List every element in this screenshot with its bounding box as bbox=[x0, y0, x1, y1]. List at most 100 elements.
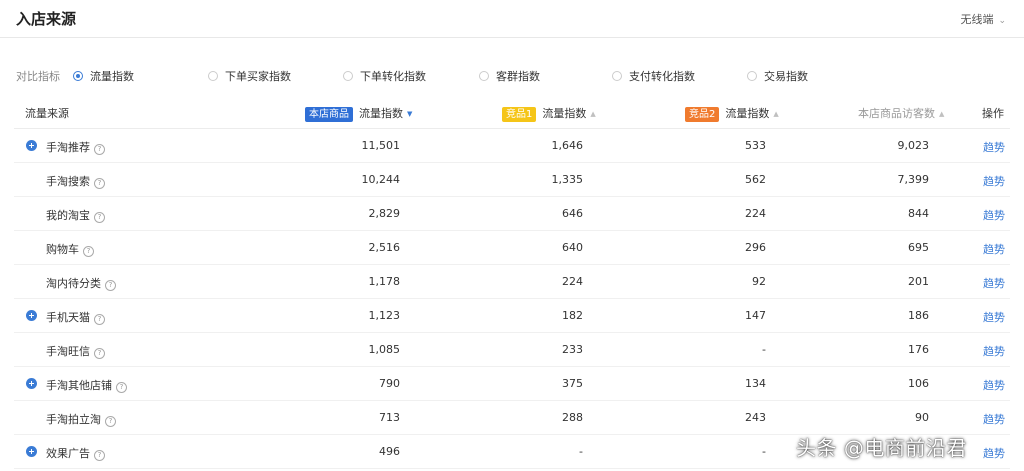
metric-option-transaction[interactable]: 交易指数 bbox=[747, 68, 808, 84]
own-traffic-cell: 1,123 bbox=[368, 309, 401, 322]
comp1-traffic-cell: 646 bbox=[562, 207, 583, 220]
comp1-traffic-cell: 288 bbox=[562, 411, 583, 424]
source-name-cell: 购物车? bbox=[46, 241, 94, 257]
radio-icon bbox=[343, 71, 353, 81]
visitors-cell: 176 bbox=[908, 343, 929, 356]
expand-plus-icon[interactable] bbox=[26, 310, 37, 321]
expand-plus-icon[interactable] bbox=[26, 140, 37, 151]
help-icon[interactable]: ? bbox=[94, 144, 105, 155]
trend-link[interactable]: 趋势 bbox=[983, 241, 1005, 257]
comp1-traffic-cell: 182 bbox=[562, 309, 583, 322]
help-icon[interactable]: ? bbox=[94, 178, 105, 189]
table-row: 手淘推荐? 11,501 1,646 533 9,023 趋势 bbox=[14, 129, 1010, 163]
trend-link[interactable]: 趋势 bbox=[983, 445, 1005, 461]
col-comp1-header[interactable]: 竞品1 流量指数 ▲︎ bbox=[502, 105, 596, 122]
trend-link[interactable]: 趋势 bbox=[983, 377, 1005, 393]
metric-option-traffic[interactable]: 流量指数 bbox=[73, 68, 134, 84]
help-icon[interactable]: ? bbox=[94, 450, 105, 461]
comp2-traffic-cell: 562 bbox=[745, 173, 766, 186]
help-icon[interactable]: ? bbox=[116, 382, 127, 393]
chevron-down-icon: ⌄ bbox=[998, 16, 1006, 26]
sort-icon[interactable]: ▲︎ bbox=[939, 110, 944, 118]
help-icon[interactable]: ? bbox=[94, 348, 105, 359]
help-icon[interactable]: ? bbox=[94, 212, 105, 223]
radio-icon bbox=[208, 71, 218, 81]
comp2-traffic-cell: 92 bbox=[752, 275, 766, 288]
comp2-traffic-cell: 147 bbox=[745, 309, 766, 322]
compare-metric-row: 对比指标 流量指数 下单买家指数 下单转化指数 客群指数 支付转化指数 交易指数 bbox=[0, 66, 1024, 84]
own-item-badge: 本店商品 bbox=[305, 107, 353, 122]
col-visitors-label: 本店商品访客数 bbox=[858, 107, 935, 120]
trend-link[interactable]: 趋势 bbox=[983, 309, 1005, 325]
trend-link[interactable]: 趋势 bbox=[983, 139, 1005, 155]
metric-option-order-buyers[interactable]: 下单买家指数 bbox=[208, 68, 291, 84]
source-name-cell: 手淘拍立淘? bbox=[46, 411, 116, 427]
device-select-label: 无线端 bbox=[960, 13, 994, 26]
col-comp1-metric-label: 流量指数 bbox=[542, 107, 587, 120]
visitors-cell: 186 bbox=[908, 309, 929, 322]
radio-icon bbox=[747, 71, 757, 81]
competitor1-badge: 竞品1 bbox=[502, 107, 537, 122]
source-name-cell: 手机天猫? bbox=[46, 309, 105, 325]
radio-checked-icon bbox=[73, 71, 83, 81]
source-name: 手淘搜索 bbox=[46, 175, 90, 188]
source-name: 淘内待分类 bbox=[46, 277, 101, 290]
sort-desc-icon[interactable]: ▼ bbox=[407, 110, 412, 118]
source-name: 购物车 bbox=[46, 243, 79, 256]
metric-option-label: 流量指数 bbox=[90, 70, 134, 83]
own-traffic-cell: 1,085 bbox=[368, 343, 401, 356]
visitors-cell: 695 bbox=[908, 241, 929, 254]
sort-icon[interactable]: ▲︎ bbox=[590, 110, 595, 118]
source-name-cell: 手淘推荐? bbox=[46, 139, 105, 155]
help-icon[interactable]: ? bbox=[105, 280, 116, 291]
source-name-cell: 淘内待分类? bbox=[46, 275, 116, 291]
metric-option-pay-conversion[interactable]: 支付转化指数 bbox=[612, 68, 695, 84]
table-row: 手淘拍立淘? 713 288 243 90 趋势 bbox=[14, 401, 1010, 435]
trend-link[interactable]: 趋势 bbox=[983, 207, 1005, 223]
page-header: 入店来源 无线端 ⌄ bbox=[0, 0, 1024, 38]
device-select[interactable]: 无线端 ⌄ bbox=[960, 11, 1006, 27]
table-row: 手淘搜索? 10,244 1,335 562 7,399 趋势 bbox=[14, 163, 1010, 197]
visitors-cell: 201 bbox=[908, 275, 929, 288]
help-icon[interactable]: ? bbox=[94, 314, 105, 325]
metric-option-order-conversion[interactable]: 下单转化指数 bbox=[343, 68, 426, 84]
trend-link[interactable]: 趋势 bbox=[983, 343, 1005, 359]
sort-icon[interactable]: ▲︎ bbox=[773, 110, 778, 118]
source-name: 手淘其他店铺 bbox=[46, 379, 112, 392]
source-name: 我的淘宝 bbox=[46, 209, 90, 222]
visitors-cell: 7,399 bbox=[897, 173, 930, 186]
comp2-traffic-cell: 134 bbox=[745, 377, 766, 390]
metric-option-label: 客群指数 bbox=[496, 70, 540, 83]
source-name-cell: 手淘其他店铺? bbox=[46, 377, 127, 393]
competitor2-badge: 竞品2 bbox=[685, 107, 720, 122]
source-name: 手淘拍立淘 bbox=[46, 413, 101, 426]
traffic-source-table: 流量来源 本店商品 流量指数 ▼ 竞品1 流量指数 ▲︎ 竞品2 流量指数 ▲︎ 本店商品访… bbox=[14, 95, 1010, 469]
metric-option-label: 下单转化指数 bbox=[360, 70, 426, 83]
comp1-traffic-cell: - bbox=[579, 445, 583, 458]
own-traffic-cell: 496 bbox=[379, 445, 400, 458]
source-name-cell: 手淘旺信? bbox=[46, 343, 105, 359]
metric-option-label: 支付转化指数 bbox=[629, 70, 695, 83]
source-name-cell: 我的淘宝? bbox=[46, 207, 105, 223]
table-row: 淘内待分类? 1,178 224 92 201 趋势 bbox=[14, 265, 1010, 299]
table-row: 我的淘宝? 2,829 646 224 844 趋势 bbox=[14, 197, 1010, 231]
expand-plus-icon[interactable] bbox=[26, 378, 37, 389]
metric-option-customer-group[interactable]: 客群指数 bbox=[479, 68, 540, 84]
own-traffic-cell: 10,244 bbox=[361, 173, 401, 186]
trend-link[interactable]: 趋势 bbox=[983, 173, 1005, 189]
comp2-traffic-cell: 296 bbox=[745, 241, 766, 254]
table-body: 手淘推荐? 11,501 1,646 533 9,023 趋势 手淘搜索? 10,244 1,3… bbox=[14, 129, 1010, 469]
help-icon[interactable]: ? bbox=[83, 246, 94, 257]
col-comp2-header[interactable]: 竞品2 流量指数 ▲︎ bbox=[685, 105, 779, 122]
col-visitors-header[interactable]: 本店商品访客数 ▲︎ bbox=[858, 105, 944, 121]
own-traffic-cell: 2,829 bbox=[368, 207, 401, 220]
trend-link[interactable]: 趋势 bbox=[983, 411, 1005, 427]
col-own-header[interactable]: 本店商品 流量指数 ▼ bbox=[305, 105, 412, 122]
trend-link[interactable]: 趋势 bbox=[983, 275, 1005, 291]
table-row: 手淘旺信? 1,085 233 - 176 趋势 bbox=[14, 333, 1010, 367]
expand-plus-icon[interactable] bbox=[26, 446, 37, 457]
comp1-traffic-cell: 224 bbox=[562, 275, 583, 288]
help-icon[interactable]: ? bbox=[105, 416, 116, 427]
source-name: 效果广告 bbox=[46, 447, 90, 460]
radio-icon bbox=[612, 71, 622, 81]
